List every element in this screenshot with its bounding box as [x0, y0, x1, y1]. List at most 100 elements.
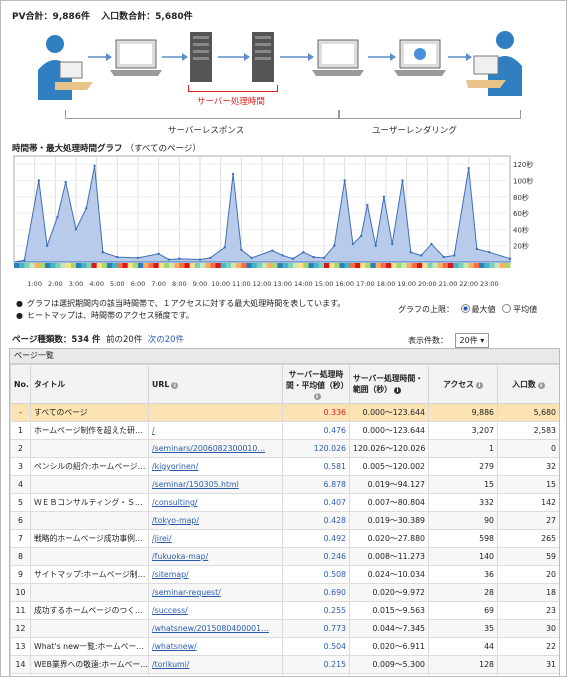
- cell-title: WEB業界への敬遠:ホームペー…: [30, 655, 149, 674]
- table-row: 8/fukuoka-map/0.246 0.008～11.273 140 59: [10, 547, 559, 566]
- info-icon[interactable]: i: [313, 392, 321, 400]
- cell-title: 成功するホームページのつく…: [30, 601, 149, 620]
- cell-entry: 31: [497, 655, 559, 674]
- heatmap-cell: [432, 263, 439, 268]
- heatmap-cell: [287, 263, 294, 268]
- chart-x-tick: 3:00: [69, 280, 84, 288]
- heatmap-cell: [448, 263, 454, 268]
- cell-url[interactable]: /sitemap/: [148, 565, 283, 584]
- radio-avg[interactable]: [502, 304, 512, 313]
- cell-no: 6: [10, 511, 31, 530]
- cell-avg: 0.773: [282, 619, 350, 638]
- cell-title: ペンシルの紹介:ホームページ…: [30, 457, 149, 476]
- cell-no: 10: [10, 583, 31, 602]
- cell-url[interactable]: /: [148, 421, 283, 440]
- display-count-select[interactable]: 20件 ▾: [454, 333, 490, 348]
- cell-url[interactable]: /seminars/2006082300010…: [148, 439, 283, 458]
- cell-no: 7: [10, 529, 31, 548]
- page-types-label: ページ種類数：: [12, 335, 72, 345]
- chart-x-tick: 14:00: [294, 280, 313, 288]
- cell-access: 35: [428, 619, 498, 638]
- chart-y-tick: 120秒: [513, 160, 533, 169]
- chart-x-tick: 7:00: [151, 280, 166, 288]
- table-row: 2/seminars/2006082300010… 120.026 120.026～…: [10, 439, 559, 458]
- chart-point: [475, 247, 479, 251]
- cell-range: 0.007～80.804: [349, 493, 429, 512]
- heatmap-cell: [360, 263, 366, 268]
- cell-range: 0.000～123.644: [349, 421, 429, 440]
- cell-url[interactable]: /consulting/: [148, 493, 283, 512]
- cell-title: [30, 619, 149, 638]
- cell-no: 1: [10, 421, 31, 440]
- cell-no: 13: [10, 637, 31, 656]
- heatmap-cell: [24, 263, 30, 268]
- chart-x-tick: 17:00: [356, 280, 375, 288]
- cell-title: [30, 439, 149, 458]
- cell-url[interactable]: /seminar/150521.html: [148, 673, 283, 676]
- heatmap-cell: [205, 263, 211, 268]
- cell-url[interactable]: /seminar/150305.html: [148, 475, 283, 494]
- col-range: サーバー処理時間・範囲（秒） i: [349, 364, 429, 404]
- chart-point: [343, 179, 346, 182]
- cell-access: 140: [428, 547, 498, 566]
- cell-range: 120.026～120.026: [349, 439, 429, 458]
- info-icon[interactable]: i: [475, 381, 483, 389]
- cell-url[interactable]: /jirei/: [148, 529, 283, 548]
- cell-entry: 142: [497, 493, 559, 512]
- cell-title: [30, 583, 149, 602]
- cell-url[interactable]: /kigyorinen/: [148, 457, 283, 476]
- cell-entry: 22: [497, 637, 559, 656]
- cell-no: 9: [10, 565, 31, 584]
- chart-point: [360, 234, 363, 238]
- cell-url[interactable]: /torikumi/: [148, 655, 283, 674]
- cell-url[interactable]: /tokyo-map/: [148, 511, 283, 530]
- heatmap-cell: [401, 263, 408, 268]
- heatmap-cell: [91, 263, 98, 268]
- radio-max[interactable]: [460, 304, 470, 313]
- info-icon[interactable]: i: [393, 387, 401, 394]
- chart-x-tick: 23:00: [480, 280, 499, 288]
- heatmap-cell: [463, 263, 470, 268]
- chart-y-tick: 40秒: [513, 225, 529, 234]
- server-response-bracket: [65, 110, 339, 119]
- cell-url[interactable]: /whatsnew/2015080400001…: [148, 619, 283, 638]
- chart-x-tick: 5:00: [110, 280, 125, 288]
- cell-title: [30, 673, 149, 676]
- prev-page-link[interactable]: 前の20件: [106, 335, 142, 345]
- info-icon[interactable]: i: [537, 381, 545, 389]
- heatmap-cell: [303, 263, 309, 268]
- cell-url[interactable]: /success/: [148, 601, 283, 620]
- cell-url[interactable]: /fukuoka-map/: [148, 547, 283, 566]
- cell-avg: 0.508: [282, 565, 350, 584]
- heatmap-cell: [45, 263, 51, 268]
- next-page-link[interactable]: 次の20件: [148, 335, 184, 345]
- heatmap-cell: [251, 263, 258, 268]
- server-processing-label: サーバー処理時間: [197, 97, 265, 107]
- chart-point: [302, 251, 305, 254]
- heatmap-cell: [174, 263, 180, 268]
- cell-entry: 5,680: [497, 403, 559, 422]
- heatmap-cell: [39, 263, 46, 268]
- chart-point: [374, 244, 377, 247]
- server-processing-bracket: [188, 85, 278, 92]
- user-left-icon: [38, 35, 93, 100]
- chart-point: [198, 258, 202, 261]
- cell-title: What's new一覧:ホームペー…: [30, 637, 149, 656]
- user-right-icon: [466, 31, 522, 96]
- cell-avg: 0.336: [282, 403, 350, 422]
- cell-url[interactable]: /whatsnew/: [148, 637, 283, 656]
- chart-point: [136, 256, 140, 260]
- chart-point: [430, 242, 433, 246]
- heatmap-cell: [127, 263, 134, 268]
- cell-url[interactable]: /seminar-request/: [148, 583, 283, 602]
- heatmap-cell: [112, 263, 118, 268]
- laptop-chart-icon: [394, 39, 446, 76]
- heatmap-cell: [96, 263, 103, 268]
- cell-avg: 0.215: [282, 655, 350, 674]
- info-icon[interactable]: i: [171, 381, 179, 389]
- table-row: 12/whatsnew/2015080400001… 0.773 0.044～7.3…: [10, 619, 559, 638]
- heatmap-cell: [272, 263, 278, 268]
- heatmap-cell: [494, 263, 501, 268]
- cell-url[interactable]: [148, 403, 283, 422]
- heatmap-cell: [313, 263, 320, 268]
